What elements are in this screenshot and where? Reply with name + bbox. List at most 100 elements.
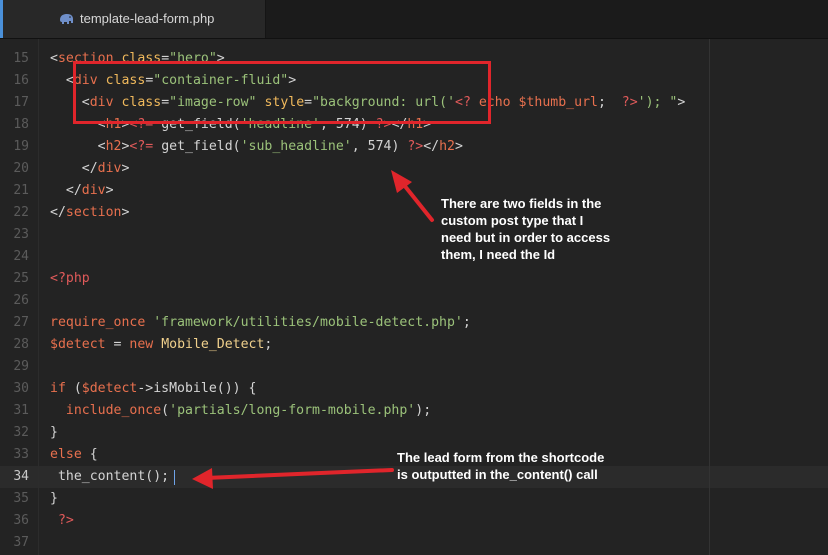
code-token: include_once: [65, 403, 162, 418]
code-token: div: [81, 183, 106, 198]
line-number: 37: [13, 535, 29, 550]
code-token: >: [121, 161, 130, 176]
code-text: include_once('partials/long-form-mobile.…: [50, 400, 431, 422]
code-token: </: [50, 183, 82, 198]
code-token: '); ": [637, 95, 678, 110]
annotation-note-line: them, I need the Id: [441, 247, 556, 262]
code-text: if ($detect->isMobile()) {: [50, 378, 256, 400]
code-token: (: [65, 381, 82, 396]
code-token: 'partials/long-form-mobile.php': [169, 403, 416, 418]
code-token: ?>: [621, 95, 638, 110]
line-number: 25: [13, 271, 29, 286]
line-number: 31: [13, 403, 29, 418]
code-token: }: [50, 491, 58, 506]
annotation-note-content: The lead form from the shortcode is outp…: [397, 449, 604, 483]
code-token: (: [161, 403, 170, 418]
file-tab[interactable]: template-lead-form.php: [0, 0, 266, 38]
code-token: ;: [462, 315, 471, 330]
code-token: <?=: [129, 139, 154, 154]
tab-active-indicator: [0, 0, 3, 38]
code-token: >: [677, 95, 686, 110]
line-number: 22: [13, 205, 29, 220]
line-number: 27: [13, 315, 29, 330]
line-number: 34: [13, 469, 29, 484]
code-token: div: [97, 161, 122, 176]
line-number: 15: [13, 51, 29, 66]
annotation-note-line: There are two fields in the: [441, 196, 602, 211]
code-token: else: [50, 447, 82, 462]
line-number: 32: [13, 425, 29, 440]
wrap-guide: [709, 39, 710, 555]
code-token: if: [50, 381, 66, 396]
line-number: 16: [13, 73, 29, 88]
code-token: ?>: [407, 139, 424, 154]
code-token: ;: [264, 337, 273, 352]
line-number: 24: [13, 249, 29, 264]
code-token: <: [50, 51, 58, 66]
code-token: ->isMobile()) {: [137, 381, 257, 396]
code-token: , 574): [351, 139, 408, 154]
code-token: <: [50, 139, 106, 154]
code-token: >: [105, 183, 114, 198]
annotation-note-line: is outputted in the_content() call: [397, 467, 598, 482]
code-token: {: [81, 447, 98, 462]
code-text: require_once 'framework/utilities/mobile…: [50, 312, 471, 334]
line-number: 36: [13, 513, 29, 528]
code-token: </: [423, 139, 440, 154]
code-text: </div>: [50, 158, 130, 180]
line-number: 26: [13, 293, 29, 308]
code-token: );: [415, 403, 432, 418]
line-number: 21: [13, 183, 29, 198]
annotation-note-line: custom post type that I: [441, 213, 584, 228]
annotation-note-line: need but in order to access: [441, 230, 611, 245]
code-token: >: [121, 205, 130, 220]
code-token: h2: [105, 139, 122, 154]
annotation-note-line: The lead form from the shortcode: [397, 450, 605, 465]
code-token: the_content();: [50, 469, 170, 484]
code-token: new: [129, 337, 154, 352]
line-number: 18: [13, 117, 29, 132]
php-elephant-icon: [60, 14, 73, 24]
code-text: </section>: [50, 202, 129, 224]
code-text: the_content();: [50, 466, 169, 488]
code-text: }: [50, 488, 58, 510]
code-token: ;: [597, 95, 622, 110]
line-number: 17: [13, 95, 29, 110]
code-token: section: [65, 205, 122, 220]
code-text: ?>: [50, 510, 74, 532]
line-number: 29: [13, 359, 29, 374]
line-number: 28: [13, 337, 29, 352]
code-token: require_once: [50, 315, 146, 330]
code-token: }: [50, 425, 58, 440]
code-token: h2: [439, 139, 455, 154]
line-number: 35: [13, 491, 29, 506]
text-cursor: [174, 470, 175, 485]
code-token: ?>: [50, 513, 74, 528]
code-token: </: [50, 161, 98, 176]
line-number: 20: [13, 161, 29, 176]
annotation-note-fields: There are two fields in the custom post …: [441, 195, 610, 263]
gutter-separator: [38, 39, 39, 555]
code-token: $detect: [81, 381, 138, 396]
code-token: <: [50, 73, 74, 88]
annotation-highlight-box: [73, 61, 491, 124]
code-text: }: [50, 422, 58, 444]
code-text: <?php: [50, 268, 90, 290]
code-token: 'sub_headline': [240, 139, 352, 154]
code-text: $detect = new Mobile_Detect;: [50, 334, 272, 356]
code-text: </div>: [50, 180, 114, 202]
code-token: $detect: [50, 337, 106, 352]
code-text: else {: [50, 444, 98, 466]
tab-filename: template-lead-form.php: [80, 11, 215, 26]
code-token: Mobile_Detect: [161, 337, 265, 352]
code-token: <?php: [50, 271, 90, 286]
code-token: >: [455, 139, 463, 154]
code-token: get_field(: [153, 139, 241, 154]
line-number: 23: [13, 227, 29, 242]
line-number: 19: [13, 139, 29, 154]
tab-bar: template-lead-form.php: [0, 0, 828, 39]
line-number: 30: [13, 381, 29, 396]
code-text: <h2><?= get_field('sub_headline', 574) ?…: [50, 136, 463, 158]
